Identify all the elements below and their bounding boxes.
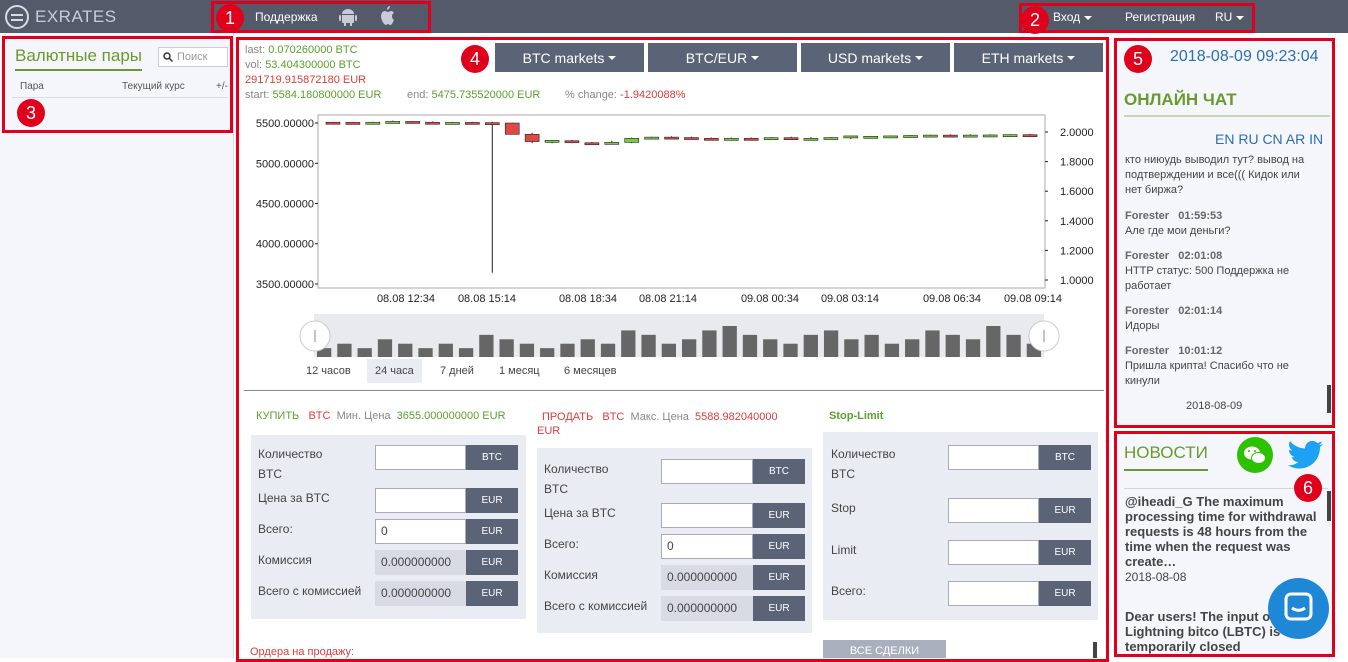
- annotation-box: [1019, 3, 1255, 33]
- annotation-badge: 3: [17, 99, 45, 127]
- annotation-box: [1114, 431, 1335, 657]
- annotation-badge: 2: [1021, 6, 1049, 34]
- annotation-box: [236, 37, 1109, 662]
- annotation-badge: 4: [461, 45, 489, 73]
- annotation-badge: 6: [1294, 474, 1322, 502]
- logo-text: EXRATES: [35, 7, 117, 26]
- annotation-badge: 5: [1124, 45, 1152, 73]
- logo[interactable]: EXRATES: [5, 5, 117, 29]
- annotation-box: [211, 1, 431, 33]
- annotation-badge: 1: [216, 4, 244, 32]
- logo-icon: [5, 5, 29, 29]
- annotation-box: [1114, 38, 1335, 428]
